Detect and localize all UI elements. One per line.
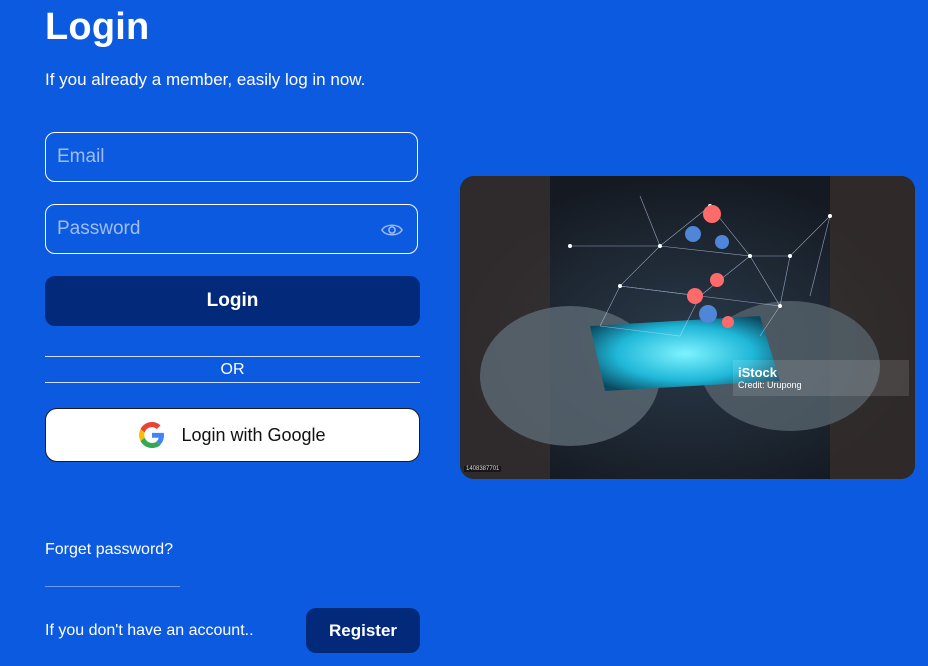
divider-top — [45, 356, 420, 357]
email-field-wrapper — [45, 132, 418, 182]
istock-credit: Credit: Urupong — [738, 380, 802, 390]
email-field[interactable] — [46, 133, 417, 181]
forget-password-link[interactable]: Forget password? — [45, 541, 173, 559]
password-field-wrapper — [45, 204, 418, 254]
page-title: Login — [45, 6, 150, 48]
divider-bottom — [45, 382, 420, 383]
image-id: 1408387701 — [464, 466, 502, 472]
eye-icon[interactable] — [381, 221, 403, 239]
hero-image: iStock Credit: Urupong 1408387701 — [460, 176, 915, 479]
page-subtitle: If you already a member, easily log in n… — [45, 70, 366, 89]
phone-network-illustration — [460, 176, 915, 479]
register-button[interactable]: Register — [306, 608, 420, 653]
password-field[interactable] — [46, 205, 417, 253]
google-login-button[interactable]: Login with Google — [45, 408, 420, 462]
google-icon — [139, 422, 165, 448]
forget-password-underline — [45, 586, 180, 587]
or-label: OR — [220, 361, 245, 378]
login-button[interactable]: Login — [45, 276, 420, 326]
google-login-label: Login with Google — [181, 424, 326, 445]
istock-brand: iStock — [738, 365, 778, 380]
no-account-text: If you don't have an account.. — [45, 622, 254, 639]
